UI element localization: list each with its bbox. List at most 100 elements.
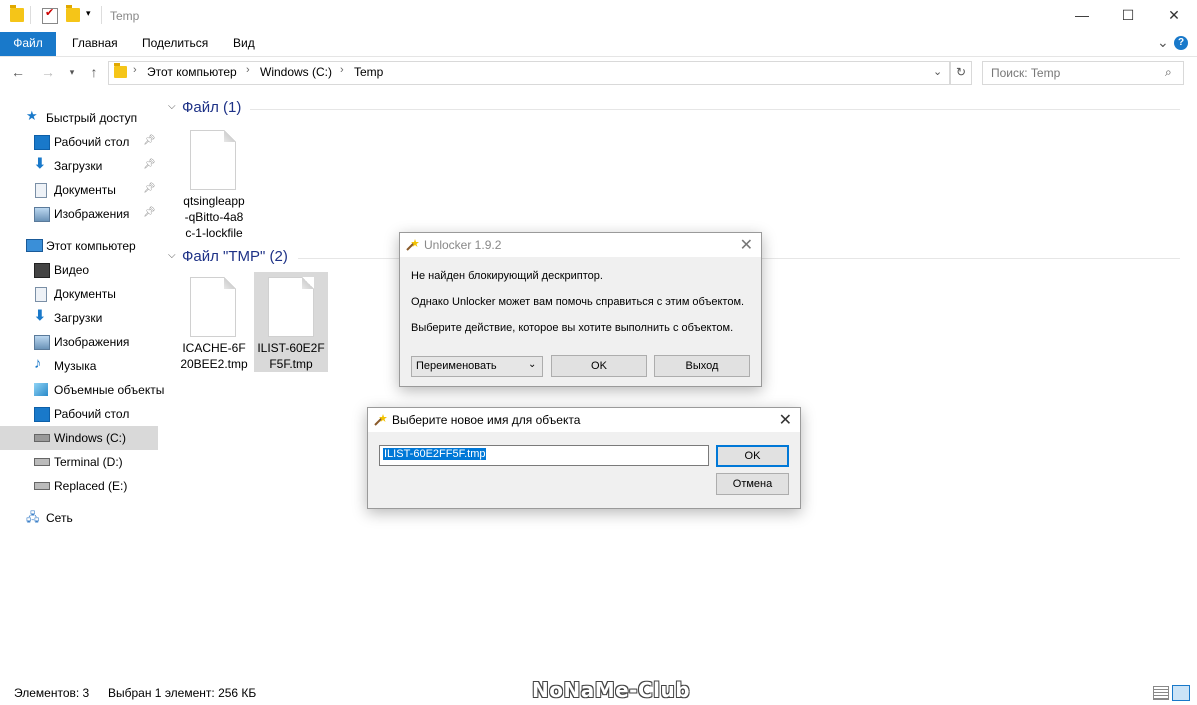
sidebar-item-downloads-pc[interactable]: ⬇ Загрузки [0, 306, 158, 330]
selection-info: Выбран 1 элемент: 256 КБ [108, 686, 257, 700]
large-icons-view-icon[interactable] [1172, 685, 1190, 701]
sidebar-item-videos[interactable]: Видео [0, 258, 158, 282]
exit-button[interactable]: Выход [654, 355, 750, 377]
pin-icon[interactable]: 📌︎ [143, 207, 156, 218]
sidebar-item-label: Изображения [54, 335, 130, 349]
sidebar-item-label: Видео [54, 263, 90, 277]
chevron-right-icon: › [133, 64, 137, 76]
network-icon: 🖧︎ [26, 510, 40, 524]
sidebar-item-pictures-pc[interactable]: Изображения [0, 330, 158, 354]
scrollbar[interactable] [1181, 32, 1197, 62]
file-name-line: ICACHE-6F [182, 341, 246, 355]
file-name-line: ILIST-60E2F [257, 341, 325, 355]
details-view-icon[interactable] [1153, 686, 1169, 700]
back-arrow-icon[interactable]: ← [8, 62, 28, 82]
ok-button[interactable]: OK [551, 355, 647, 377]
group-header[interactable]: Файл (1) [182, 99, 241, 116]
customize-quick-access-icon[interactable]: ▾ [86, 8, 91, 19]
new-folder-icon[interactable] [66, 5, 80, 22]
ok-button[interactable]: OK [716, 445, 789, 467]
sidebar-item-label: Быстрый доступ [46, 111, 138, 125]
video-icon [34, 263, 50, 278]
group-header[interactable]: Файл "TMP" (2) [182, 248, 288, 265]
message-line: Выберите действие, которое вы хотите вып… [411, 322, 734, 334]
pictures-icon [34, 335, 50, 350]
cube-icon [34, 383, 48, 396]
properties-icon[interactable]: ✔ [42, 7, 58, 24]
sidebar-item-label: Terminal (D:) [54, 455, 123, 469]
tab-view[interactable]: Вид [219, 32, 269, 56]
tab-share[interactable]: Поделиться [128, 32, 222, 56]
recent-locations-icon[interactable]: ▾ [62, 62, 82, 82]
chevron-down-icon[interactable]: ⌵ [168, 250, 176, 261]
document-icon [35, 287, 47, 302]
sidebar-item-quick-access[interactable]: ★ Быстрый доступ [0, 106, 158, 130]
sidebar-item-label: Этот компьютер [46, 239, 136, 253]
navigation-pane: ★ Быстрый доступ Рабочий стол 📌︎ ⬇ Загру… [0, 100, 164, 670]
chevron-down-icon[interactable]: ⌵ [168, 101, 176, 112]
sidebar-item-documents[interactable]: Документы 📌︎ [0, 178, 158, 202]
sidebar-item-windows-c[interactable]: Windows (C:) [0, 426, 158, 450]
sidebar-item-replaced-e[interactable]: Replaced (E:) [0, 474, 158, 498]
sidebar-item-downloads[interactable]: ⬇ Загрузки 📌︎ [0, 154, 158, 178]
sidebar-item-label: Рабочий стол [54, 135, 130, 149]
file-icon [190, 277, 236, 337]
folder-icon [10, 5, 24, 22]
close-icon[interactable]: ✕ [779, 410, 792, 430]
up-arrow-icon[interactable]: ↑ [84, 62, 104, 82]
file-item-selected[interactable]: ILIST-60E2F F5F.tmp [254, 272, 328, 372]
minimize-button[interactable]: — [1059, 0, 1105, 32]
ribbon-tabs: Файл Главная Поделиться Вид ⌄ ? [0, 32, 1197, 57]
chevron-down-icon[interactable]: ⌄ [933, 65, 942, 78]
breadcrumb-windows-c[interactable]: Windows (C:) [260, 65, 332, 79]
search-input[interactable]: Поиск: Temp [991, 66, 1060, 80]
pin-icon[interactable]: 📌︎ [143, 135, 156, 146]
dialog-title-bar: Выберите новое имя для объекта ✕ [368, 408, 800, 432]
file-item[interactable]: ICACHE-6F 20BEE2.tmp [176, 272, 252, 372]
dialog-title-bar: Unlocker 1.9.2 ✕ [400, 233, 761, 257]
sidebar-item-music[interactable]: ♪ Музыка [0, 354, 158, 378]
address-bar[interactable]: › Этот компьютер › Windows (C:) › Temp ⌄ [108, 61, 950, 85]
tab-home[interactable]: Главная [58, 32, 132, 56]
file-name-line: F5F.tmp [269, 357, 313, 371]
wand-icon [374, 414, 387, 426]
divider [30, 6, 31, 24]
ribbon-collapse-icon[interactable]: ⌄ [1157, 34, 1169, 51]
forward-arrow-icon[interactable]: → [38, 62, 58, 82]
sidebar-item-3d-objects[interactable]: Объемные объекты [0, 378, 164, 402]
sidebar-item-desktop[interactable]: Рабочий стол 📌︎ [0, 130, 158, 154]
file-name-line: c-1-lockfile [185, 226, 243, 240]
sidebar-item-terminal-d[interactable]: Terminal (D:) [0, 450, 158, 474]
search-icon[interactable]: ⌕ [1165, 65, 1172, 80]
file-name: ILIST-60E2F F5F.tmp [251, 340, 331, 372]
document-icon [35, 183, 47, 198]
file-name: ICACHE-6F 20BEE2.tmp [174, 340, 254, 372]
drive-icon [34, 458, 50, 466]
sidebar-item-this-pc[interactable]: Этот компьютер [0, 234, 158, 258]
refresh-icon[interactable]: ↻ [950, 61, 972, 85]
download-icon: ⬇ [34, 155, 46, 171]
divider [101, 6, 102, 24]
file-item[interactable]: qtsingleapp -qBitto-4a8 c-1-lockfile [176, 125, 252, 240]
tab-file[interactable]: Файл [0, 32, 56, 56]
pin-icon[interactable]: 📌︎ [143, 183, 156, 194]
cancel-button[interactable]: Отмена [716, 473, 789, 495]
action-select-value: Переименовать [416, 360, 497, 372]
chevron-down-icon[interactable]: ⌄ [528, 359, 536, 370]
search-box[interactable]: Поиск: Temp ⌕ [982, 61, 1184, 85]
computer-icon [26, 239, 43, 252]
close-button[interactable]: ✕ [1151, 0, 1197, 32]
sidebar-item-pictures[interactable]: Изображения 📌︎ [0, 202, 158, 226]
pin-icon[interactable]: 📌︎ [143, 159, 156, 170]
sidebar-item-network[interactable]: 🖧︎ Сеть [0, 506, 158, 530]
sidebar-item-documents-pc[interactable]: Документы [0, 282, 158, 306]
action-select[interactable]: Переименовать ⌄ [411, 356, 543, 377]
title-bar: ✔ ▾ Temp — ☐ ✕ [0, 0, 1197, 32]
breadcrumb-temp[interactable]: Temp [354, 65, 383, 79]
new-name-input[interactable]: ILIST-60E2FF5F.tmp [379, 445, 709, 466]
breadcrumb-this-pc[interactable]: Этот компьютер [147, 65, 237, 79]
maximize-button[interactable]: ☐ [1105, 0, 1151, 32]
sidebar-item-label: Загрузки [54, 159, 103, 173]
close-icon[interactable]: ✕ [740, 235, 753, 255]
sidebar-item-desktop-pc[interactable]: Рабочий стол [0, 402, 158, 426]
